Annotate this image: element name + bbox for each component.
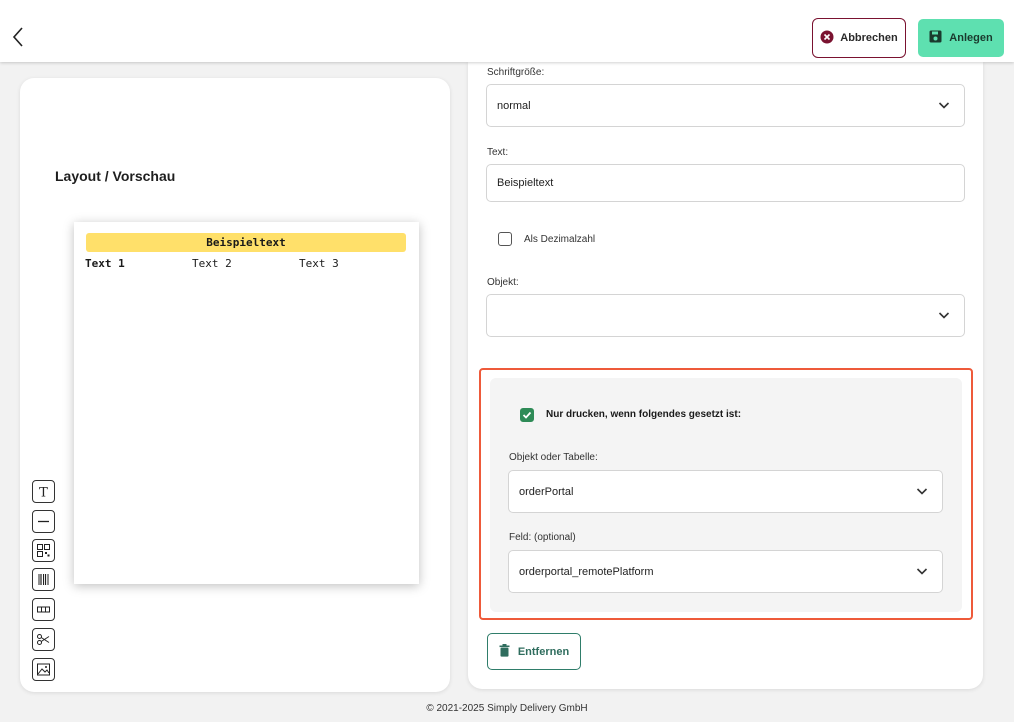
font-size-label: Schriftgröße: xyxy=(487,67,545,78)
chevron-down-icon xyxy=(916,568,928,575)
cancel-button[interactable]: Abbrechen xyxy=(812,18,906,58)
preview-title: Layout / Vorschau xyxy=(55,168,176,184)
preview-column-3: Text 3 xyxy=(299,257,339,270)
preview-card: Layout / Vorschau Beispieltext Text 1 Te… xyxy=(20,78,450,692)
trash-icon xyxy=(499,643,510,660)
chevron-down-icon xyxy=(938,102,950,109)
create-button-label: Anlegen xyxy=(949,32,993,44)
chevron-down-icon xyxy=(916,488,928,495)
font-size-value: normal xyxy=(497,99,531,112)
preview-text-element[interactable]: Beispieltext xyxy=(86,233,406,252)
footer-copyright: © 2021-2025 Simply Delivery GmbH xyxy=(426,703,588,714)
text-input[interactable]: Beispieltext xyxy=(486,164,965,202)
top-bar: Abbrechen Anlegen xyxy=(0,0,1014,62)
svg-text:T: T xyxy=(39,486,48,500)
preview-column-2: Text 2 xyxy=(192,257,232,270)
print-condition-checkbox[interactable] xyxy=(520,408,534,422)
cancel-x-icon xyxy=(820,30,834,47)
checkmark-icon xyxy=(522,411,532,419)
remove-button-label: Entfernen xyxy=(517,645,570,658)
field-select[interactable]: orderportal_remotePlatform xyxy=(508,550,943,593)
back-arrow-icon[interactable] xyxy=(10,26,28,48)
text-input-value: Beispieltext xyxy=(497,177,554,189)
receipt-preview: Beispieltext Text 1 Text 2 Text 3 xyxy=(74,222,419,584)
remove-button[interactable]: Entfernen xyxy=(487,633,581,670)
print-condition-box: Nur drucken, wenn folgendes gesetzt ist:… xyxy=(490,378,962,612)
condition-highlight: Nur drucken, wenn folgendes gesetzt ist:… xyxy=(479,368,973,620)
cut-tool-icon[interactable] xyxy=(32,628,55,651)
font-size-select[interactable]: normal xyxy=(486,84,965,127)
create-button[interactable]: Anlegen xyxy=(918,19,1004,57)
object-label: Objekt: xyxy=(487,277,519,288)
text-label: Text: xyxy=(487,147,509,158)
text-tool-icon[interactable]: T xyxy=(32,480,55,503)
barcode-tool-icon[interactable] xyxy=(32,568,55,591)
line-tool-icon[interactable] xyxy=(32,510,55,533)
save-icon xyxy=(929,30,942,46)
object-or-table-select[interactable]: orderPortal xyxy=(508,470,943,513)
qr-code-tool-icon[interactable] xyxy=(32,539,55,562)
cancel-button-label: Abbrechen xyxy=(840,32,898,44)
preview-column-1: Text 1 xyxy=(85,257,125,270)
field-label: Feld: (optional) xyxy=(509,532,576,543)
object-select[interactable] xyxy=(486,294,965,337)
table-tool-icon[interactable] xyxy=(32,598,55,621)
decimal-checkbox[interactable] xyxy=(498,232,512,246)
chevron-down-icon xyxy=(938,312,950,319)
image-tool-icon[interactable] xyxy=(32,658,55,681)
decimal-checkbox-label: Als Dezimalzahl xyxy=(524,234,596,245)
print-condition-label: Nur drucken, wenn folgendes gesetzt ist: xyxy=(546,409,742,420)
object-or-table-label: Objekt oder Tabelle: xyxy=(509,452,598,463)
element-settings-card: Schriftgröße: normal Text: Beispieltext … xyxy=(468,62,983,689)
field-value: orderportal_remotePlatform xyxy=(519,565,654,578)
object-or-table-value: orderPortal xyxy=(519,485,574,498)
